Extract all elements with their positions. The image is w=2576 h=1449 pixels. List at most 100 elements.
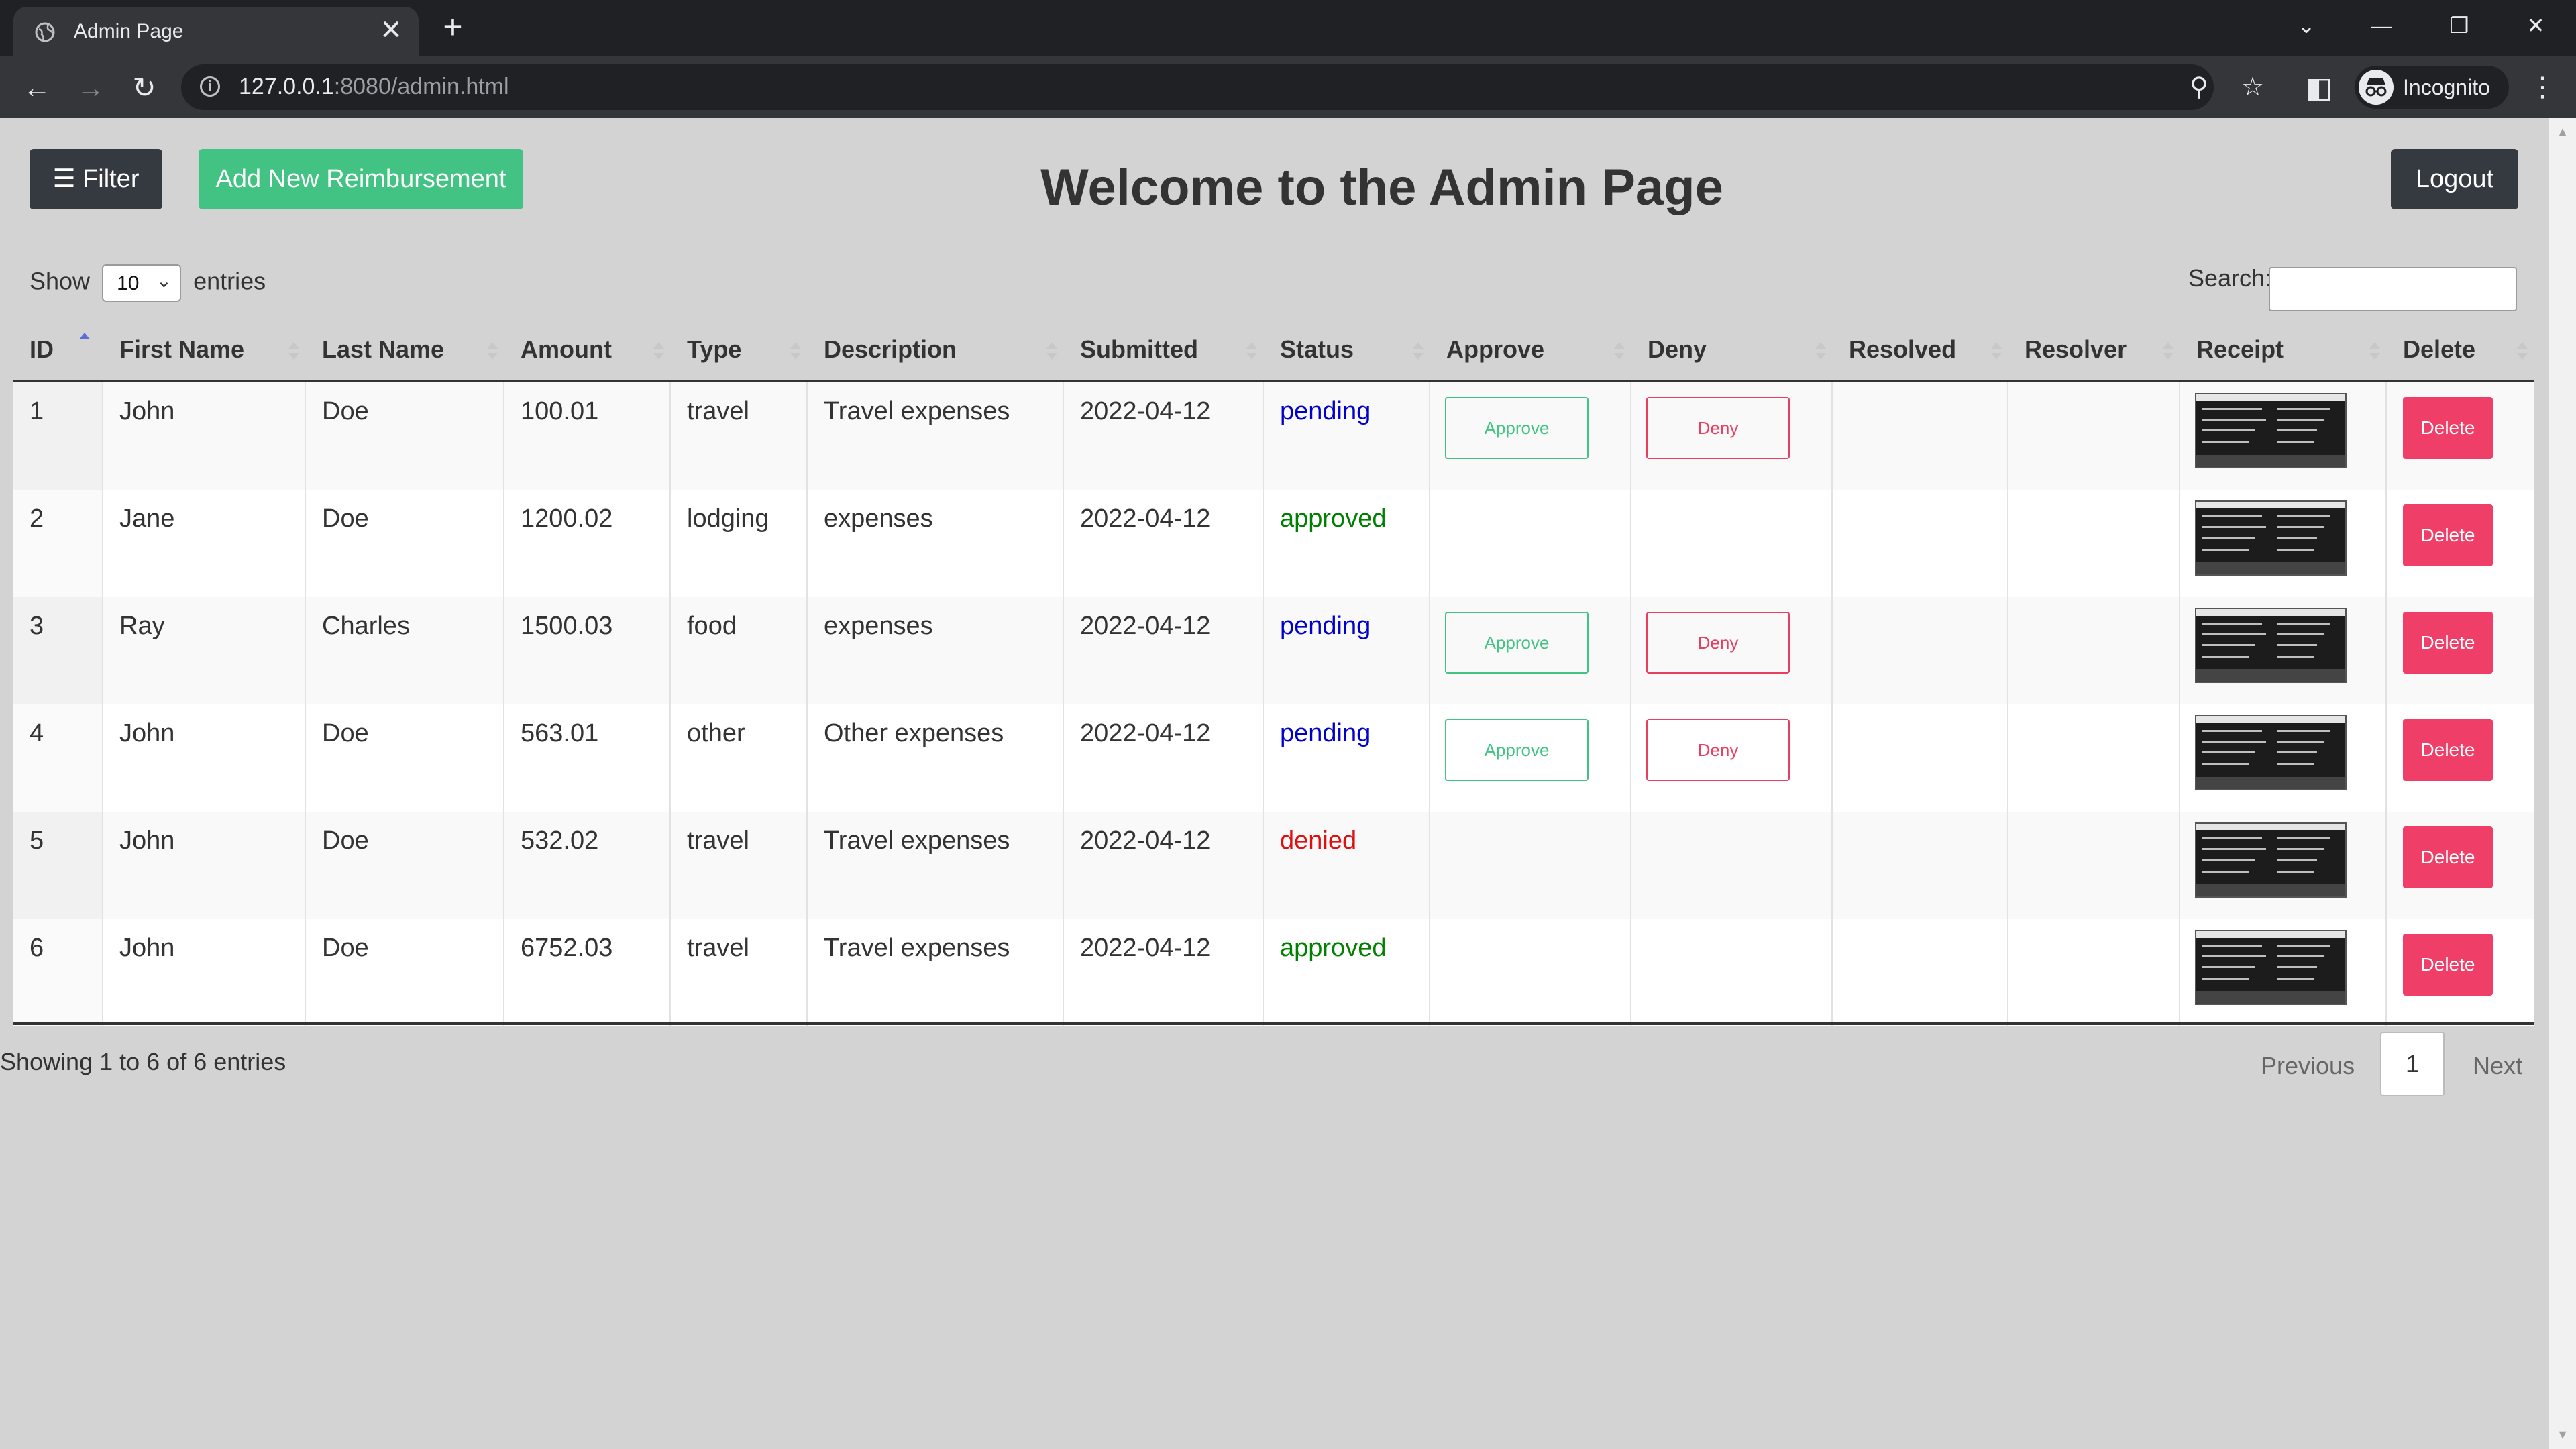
sort-arrows-icon xyxy=(2369,342,2380,360)
submitted-cell: 2022-04-12 xyxy=(1064,919,1264,1026)
column-header-type[interactable]: Type xyxy=(687,319,808,380)
amount-cell: 100.01 xyxy=(504,382,671,490)
column-header-amount[interactable]: Amount xyxy=(521,319,671,380)
page-1-button[interactable]: 1 xyxy=(2380,1032,2445,1096)
incognito-profile[interactable]: Incognito xyxy=(2355,66,2509,109)
bookmark-star-icon[interactable]: ☆ xyxy=(2237,71,2269,103)
table-row: 2 Jane Doe 1200.02 lodging expenses 2022-04-12… xyxy=(13,490,2534,597)
forward-arrow-icon[interactable]: → xyxy=(74,71,107,105)
sort-arrows-icon xyxy=(1991,342,2002,360)
id-cell: 4 xyxy=(13,704,103,812)
last-name-cell: Doe xyxy=(306,919,504,1026)
receipt-cell xyxy=(2180,919,2387,1026)
column-header-approve[interactable]: Approve xyxy=(1446,319,1631,380)
first-name-cell: John xyxy=(103,704,306,812)
first-name-cell: Jane xyxy=(103,490,306,597)
url-host: 127.0.0.1 xyxy=(239,74,334,99)
receipt-thumbnail[interactable] xyxy=(2195,500,2347,576)
page-length-select[interactable]: 10 ⌄ xyxy=(102,264,182,302)
search-input[interactable] xyxy=(2269,267,2517,311)
previous-page-button[interactable]: Previous xyxy=(2261,1052,2355,1080)
delete-cell: Delete xyxy=(2387,382,2534,490)
column-header-label: Type xyxy=(687,335,742,363)
logout-button[interactable]: Logout xyxy=(2391,149,2518,209)
resolved-cell xyxy=(1833,382,2008,490)
deny-button[interactable]: Deny xyxy=(1646,719,1790,781)
column-header-first-name[interactable]: First Name xyxy=(119,319,306,380)
resolved-cell xyxy=(1833,490,2008,597)
back-arrow-icon[interactable]: ← xyxy=(20,71,54,105)
amount-cell: 1200.02 xyxy=(504,490,671,597)
column-header-resolver[interactable]: Resolver xyxy=(2025,319,2180,380)
receipt-thumbnail[interactable] xyxy=(2195,930,2347,1005)
column-header-receipt[interactable]: Receipt xyxy=(2196,319,2387,380)
site-info-icon[interactable]: i xyxy=(200,76,220,97)
resolved-cell xyxy=(1833,597,2008,704)
sort-arrows-icon xyxy=(1246,342,1257,360)
approve-button[interactable]: Approve xyxy=(1445,612,1589,674)
first-name-cell: John xyxy=(103,919,306,1026)
column-header-delete[interactable]: Delete xyxy=(2403,319,2534,380)
sort-arrows-icon xyxy=(1614,342,1625,360)
search-label: Search: xyxy=(2188,264,2272,292)
more-menu-icon[interactable]: ⋮ xyxy=(2529,70,2556,105)
deny-cell xyxy=(1631,490,1833,597)
browser-tab[interactable]: Admin Page ✕ xyxy=(13,7,419,56)
approve-cell xyxy=(1430,919,1631,1026)
column-header-deny[interactable]: Deny xyxy=(1648,319,1833,380)
approve-cell xyxy=(1430,490,1631,597)
column-header-label: Description xyxy=(824,335,957,363)
receipt-thumbnail[interactable] xyxy=(2195,715,2347,790)
column-header-resolved[interactable]: Resolved xyxy=(1849,319,2008,380)
resolver-cell xyxy=(2008,704,2180,812)
approve-button[interactable]: Approve xyxy=(1445,397,1589,459)
restore-icon[interactable]: ❐ xyxy=(2439,5,2479,46)
url-bar[interactable]: i 127.0.0.1:8080/admin.html ⚲ ☆ xyxy=(181,64,2264,110)
sort-arrows-icon xyxy=(487,342,498,360)
side-panel-icon[interactable]: ◧ xyxy=(2302,71,2336,105)
column-header-status[interactable]: Status xyxy=(1280,319,1430,380)
receipt-thumbnail[interactable] xyxy=(2195,393,2347,468)
delete-button[interactable]: Delete xyxy=(2403,504,2493,566)
approve-cell: Approve xyxy=(1430,382,1631,490)
vertical-scrollbar[interactable]: ▴ ▾ xyxy=(2549,118,2576,1449)
approve-cell xyxy=(1430,812,1631,919)
first-name-cell: John xyxy=(103,812,306,919)
show-label: Show xyxy=(30,267,91,295)
delete-button[interactable]: Delete xyxy=(2403,934,2493,996)
deny-cell: Deny xyxy=(1631,597,1833,704)
receipt-cell xyxy=(2180,490,2387,597)
table-info: Showing 1 to 6 of 6 entries xyxy=(0,1048,286,1075)
description-cell: expenses xyxy=(808,597,1064,704)
delete-cell: Delete xyxy=(2387,919,2534,1026)
scroll-up-icon[interactable]: ▴ xyxy=(2555,123,2571,140)
type-cell: travel xyxy=(671,812,808,919)
column-header-id[interactable]: ID xyxy=(30,319,103,380)
approve-cell: Approve xyxy=(1430,597,1631,704)
description-cell: Other expenses xyxy=(808,704,1064,812)
tab-search-chevron-icon[interactable]: ⌄ xyxy=(2286,5,2326,46)
column-header-description[interactable]: Description xyxy=(824,319,1064,380)
deny-button[interactable]: Deny xyxy=(1646,612,1790,674)
delete-button[interactable]: Delete xyxy=(2403,397,2493,459)
column-header-submitted[interactable]: Submitted xyxy=(1080,319,1264,380)
new-tab-icon[interactable]: + xyxy=(436,10,470,44)
receipt-thumbnail[interactable] xyxy=(2195,822,2347,898)
zoom-icon[interactable]: ⚲ xyxy=(2183,71,2215,103)
delete-button[interactable]: Delete xyxy=(2403,612,2493,674)
resolved-cell xyxy=(1833,704,2008,812)
approve-button[interactable]: Approve xyxy=(1445,719,1589,781)
tab-close-icon[interactable]: ✕ xyxy=(376,15,407,46)
delete-button[interactable]: Delete xyxy=(2403,719,2493,781)
reload-icon[interactable]: ↻ xyxy=(127,71,161,105)
column-header-last-name[interactable]: Last Name xyxy=(322,319,504,380)
deny-button[interactable]: Deny xyxy=(1646,397,1790,459)
receipt-thumbnail[interactable] xyxy=(2195,608,2347,683)
next-page-button[interactable]: Next xyxy=(2473,1052,2522,1080)
delete-button[interactable]: Delete xyxy=(2403,826,2493,888)
window-close-icon[interactable]: ✕ xyxy=(2516,5,2556,46)
url-path: :8080/admin.html xyxy=(333,74,509,99)
scroll-down-icon[interactable]: ▾ xyxy=(2555,1426,2571,1442)
minimize-icon[interactable]: — xyxy=(2361,5,2402,46)
sort-arrows-icon xyxy=(653,342,664,360)
